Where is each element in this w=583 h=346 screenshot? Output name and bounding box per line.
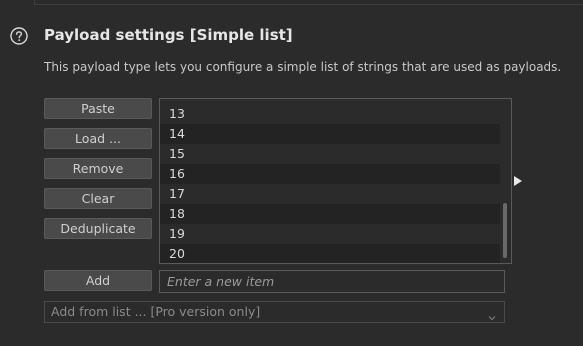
payload-list[interactable]: 13 14 15 16 17 18 19 20 (159, 98, 512, 264)
list-item[interactable]: 20 (160, 244, 500, 263)
add-from-list-label: Add from list ... [Pro version only] (51, 304, 261, 319)
add-from-list-dropdown[interactable]: Add from list ... [Pro version only] (44, 301, 505, 323)
list-item[interactable]: 14 (160, 124, 500, 144)
paste-button[interactable]: Paste (44, 98, 152, 119)
top-divider (0, 0, 583, 6)
help-circle-icon[interactable] (10, 27, 28, 45)
list-item[interactable]: 17 (160, 184, 500, 204)
list-item[interactable]: 16 (160, 164, 500, 184)
list-scrollbar[interactable] (500, 99, 510, 263)
section-description: This payload type lets you configure a s… (44, 60, 562, 74)
section-title: Payload settings [Simple list] (44, 26, 293, 44)
new-item-input[interactable] (159, 270, 505, 293)
scrollbar-thumb[interactable] (503, 203, 507, 258)
clear-button[interactable]: Clear (44, 188, 152, 209)
deduplicate-button[interactable]: Deduplicate (44, 218, 152, 239)
chevron-down-icon (488, 308, 496, 321)
expand-right-arrow-icon[interactable] (514, 176, 522, 186)
list-item[interactable]: 19 (160, 224, 500, 244)
divider-rule (34, 4, 583, 5)
add-button[interactable]: Add (44, 270, 152, 291)
remove-button[interactable]: Remove (44, 158, 152, 179)
list-item[interactable]: 13 (160, 104, 500, 124)
list-item[interactable]: 15 (160, 144, 500, 164)
list-item[interactable]: 18 (160, 204, 500, 224)
load-button[interactable]: Load ... (44, 128, 152, 149)
